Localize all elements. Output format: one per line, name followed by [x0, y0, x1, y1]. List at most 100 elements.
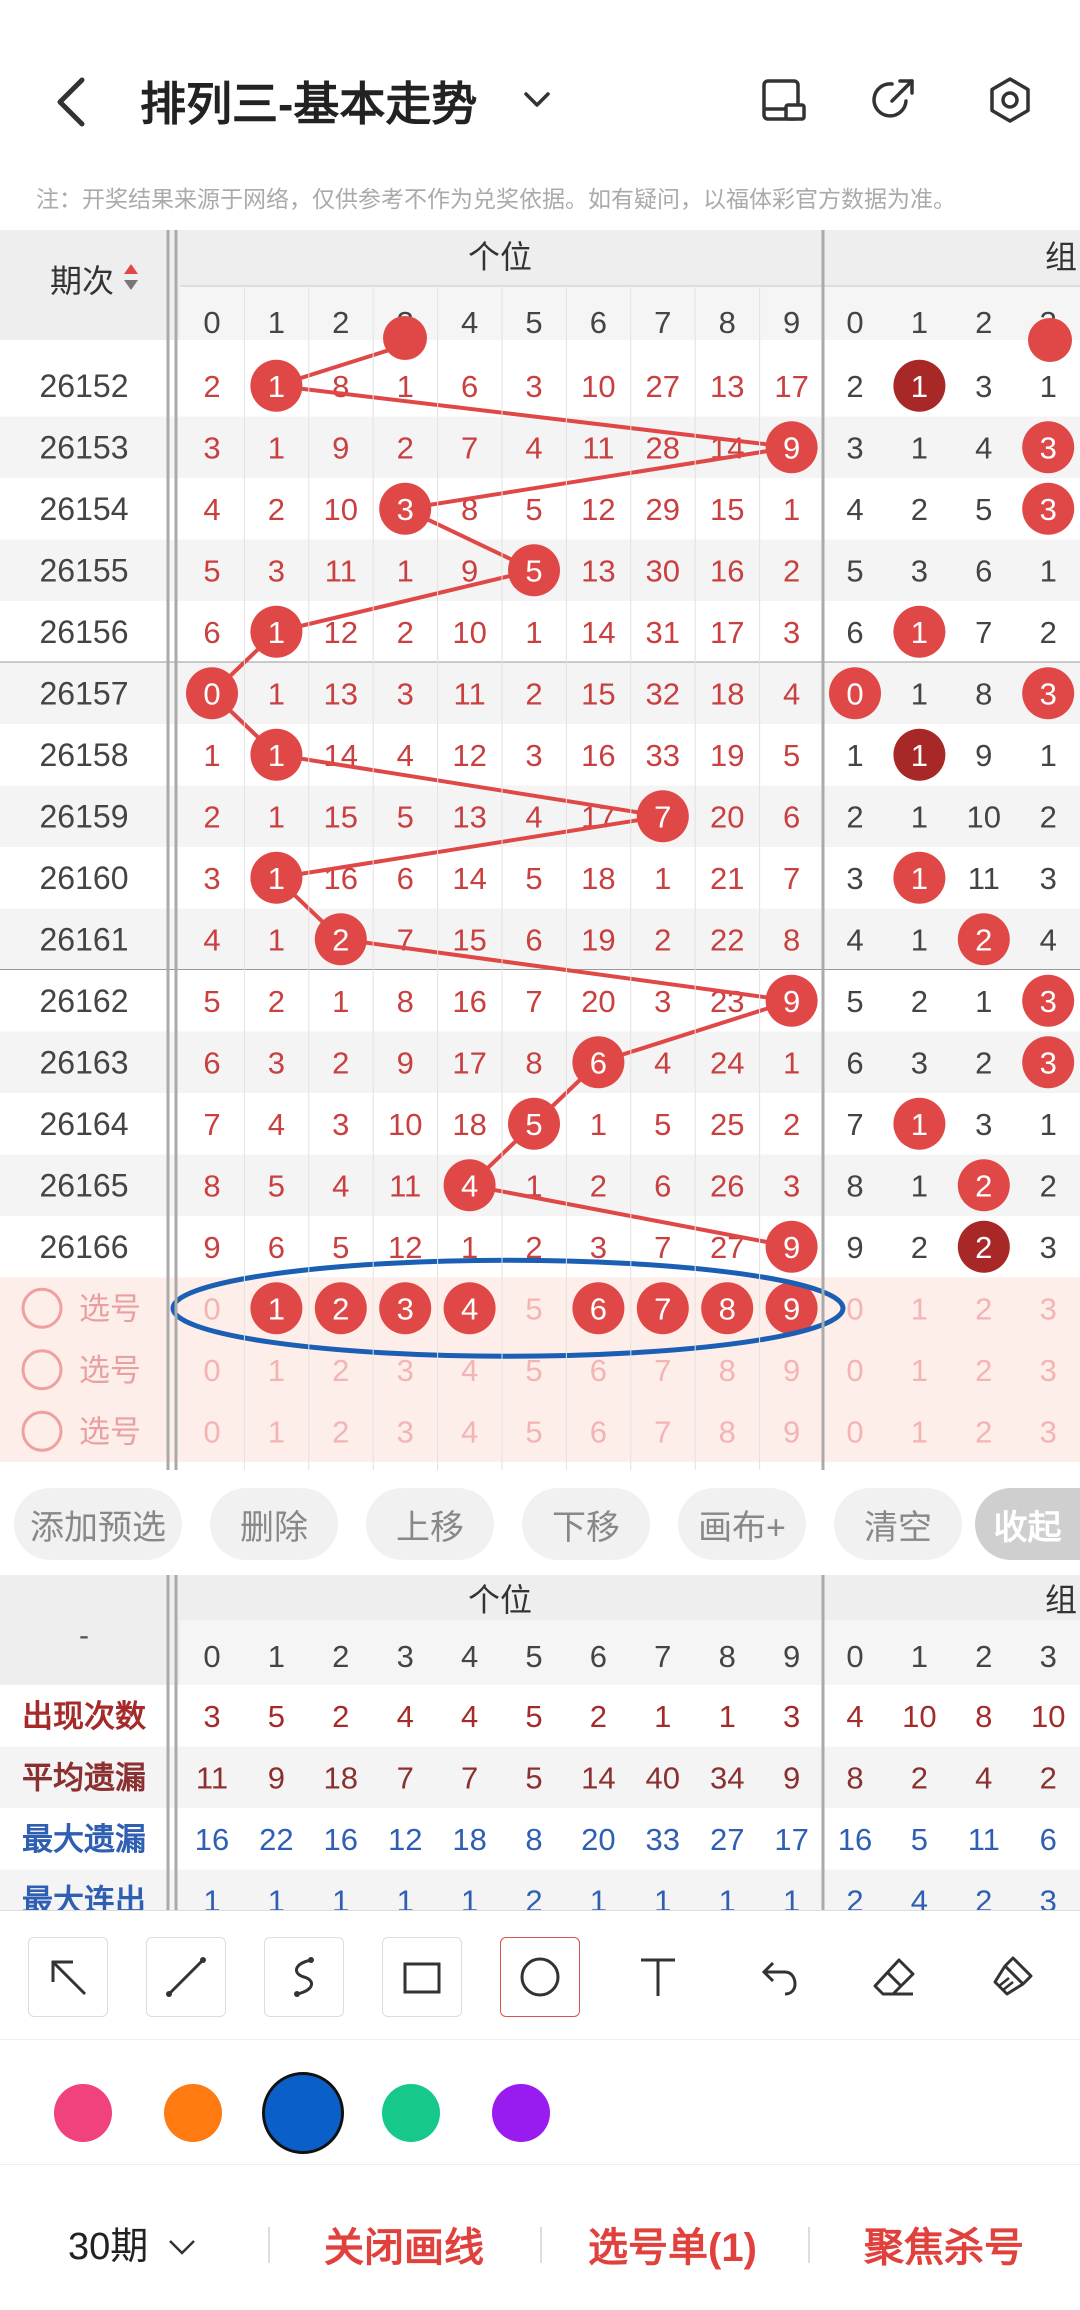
digit-col-header: 7: [654, 305, 671, 340]
select-number: 6: [590, 1414, 607, 1449]
group-cell: 7: [975, 615, 992, 650]
stats-group-cell: 4: [911, 1883, 928, 1910]
circle-tool[interactable]: [500, 1937, 580, 2017]
group-cell: 2: [846, 369, 863, 404]
stats-group-cell: 16: [838, 1822, 872, 1857]
miss-count-cell: 1: [268, 922, 285, 957]
digit-col-header: 6: [590, 305, 607, 340]
chevron-down-icon[interactable]: [520, 82, 554, 116]
selected-number: 3: [397, 1291, 414, 1326]
miss-count-cell: 2: [332, 1045, 349, 1080]
hit-number: 0: [203, 676, 220, 711]
line-tool[interactable]: [146, 1937, 226, 2017]
select-group-number: 1: [911, 1414, 928, 1449]
miss-count-cell: 15: [710, 492, 744, 527]
settings-icon[interactable]: [985, 75, 1035, 125]
text-tool[interactable]: [618, 1937, 698, 2017]
disclaimer-notice: 注：开奖结果来源于网络，仅供参考不作为兑奖依据。如有疑问，以福体彩官方数据为准。: [36, 186, 956, 212]
curve-tool[interactable]: [264, 1937, 344, 2017]
arrow-tool[interactable]: [28, 1937, 108, 2017]
share-icon[interactable]: [868, 75, 918, 125]
back-arrow-icon[interactable]: [50, 72, 94, 132]
collapse-button[interactable]: 收起: [975, 1488, 1080, 1560]
group-cell: 1: [911, 676, 928, 711]
close-drawing-button[interactable]: 关闭画线: [324, 2215, 484, 2273]
stats-cell: 1: [590, 1883, 607, 1910]
add-preselect-button[interactable]: 添加预选: [14, 1488, 182, 1560]
stats-cell: 2: [332, 1699, 349, 1734]
group-cell: 2: [846, 799, 863, 834]
stats-cell: 40: [646, 1760, 680, 1795]
move-up-button[interactable]: 上移: [366, 1488, 494, 1560]
undo-tool[interactable]: [736, 1937, 816, 2017]
delete-button[interactable]: 删除: [210, 1488, 338, 1560]
color-swatch-purple[interactable]: [492, 2084, 550, 2142]
group-cell: 8: [846, 1168, 863, 1203]
page-title[interactable]: 排列三-基本走势: [140, 68, 477, 134]
miss-count-cell: 14: [581, 615, 615, 650]
stats-row-label: 平均遗漏: [22, 1760, 146, 1795]
stats-group-cell: 10: [1031, 1699, 1065, 1734]
miss-count-cell: 3: [203, 861, 220, 896]
layout-toggle-icon[interactable]: [758, 75, 808, 125]
stats-group-cell: 4: [975, 1760, 992, 1795]
stats-group-header: 1: [911, 1639, 928, 1674]
period-header: 期次: [50, 263, 114, 299]
miss-count-cell: 13: [710, 369, 744, 404]
rectangle-tool[interactable]: [382, 1937, 462, 2017]
period-cell: 26166: [40, 1229, 129, 1265]
period-cell: 26163: [40, 1044, 129, 1080]
canvas-plus-button[interactable]: 画布+: [678, 1488, 806, 1560]
stats-table: - 个位组 0 1 2 3 4 5 6 7 8 9 0 1 2 3 出现次数 3 5 2 4 4 5 2 1 1 3 4 10 8 10 平均…: [0, 1575, 1080, 1910]
pick-list-button[interactable]: 选号单(1): [588, 2215, 757, 2273]
color-swatch-blue-selected[interactable]: [262, 2072, 344, 2154]
miss-count-cell: 4: [397, 738, 414, 773]
color-swatch-orange[interactable]: [164, 2084, 222, 2142]
trend-grid[interactable]: 期次个位组01234567890123261522816310271317213…: [0, 230, 1080, 1470]
stats-cell: 16: [195, 1822, 229, 1857]
stats-group-cell: 5: [911, 1822, 928, 1857]
clear-button[interactable]: 清空: [834, 1488, 962, 1560]
group-cell: 4: [846, 922, 863, 957]
stats-cell: 3: [203, 1699, 220, 1734]
group-cell: 6: [975, 553, 992, 588]
select-number: 5: [525, 1414, 542, 1449]
select-number: 3: [397, 1414, 414, 1449]
stats-cell: 11: [196, 1760, 228, 1795]
miss-count-cell: 4: [654, 1045, 671, 1080]
stats-cell: 12: [388, 1822, 422, 1857]
select-group-number: 2: [975, 1353, 992, 1388]
miss-count-cell: 10: [452, 615, 486, 650]
stats-group-cell: 4: [846, 1699, 863, 1734]
miss-count-cell: 6: [397, 861, 414, 896]
stats-cell: 14: [581, 1760, 615, 1795]
divider: [540, 2227, 542, 2263]
stats-row-label: 出现次数: [22, 1699, 146, 1734]
color-swatch-pink[interactable]: [54, 2084, 112, 2142]
group-cell: 1: [1040, 369, 1057, 404]
hit-number: 1: [268, 738, 285, 773]
miss-count-cell: 30: [646, 553, 680, 588]
period-selector[interactable]: 30期: [68, 2215, 199, 2270]
color-swatch-green[interactable]: [382, 2084, 440, 2142]
group-cell: 2: [975, 1045, 992, 1080]
circle-tool-icon: [520, 1957, 560, 1997]
select-label: 选号: [79, 1414, 141, 1449]
stats-cell: 1: [461, 1883, 478, 1910]
clear-canvas-tool[interactable]: [972, 1937, 1052, 2017]
miss-count-cell: 1: [268, 430, 285, 465]
eraser-tool[interactable]: [854, 1937, 934, 2017]
select-group-number: 0: [846, 1353, 863, 1388]
miss-count-cell: 6: [654, 1168, 671, 1203]
miss-count-cell: 5: [268, 1168, 285, 1203]
select-number: 0: [203, 1291, 220, 1326]
focus-kill-button[interactable]: 聚焦杀号: [864, 2215, 1024, 2273]
stats-cell: 5: [525, 1699, 542, 1734]
selected-number: 1: [268, 1291, 285, 1326]
miss-count-cell: 9: [397, 1045, 414, 1080]
curve-tool-icon: [294, 1957, 314, 1997]
group-cell: 3: [911, 1045, 928, 1080]
group-cell: 3: [975, 1107, 992, 1142]
move-down-button[interactable]: 下移: [522, 1488, 650, 1560]
select-group-number: 0: [846, 1291, 863, 1326]
